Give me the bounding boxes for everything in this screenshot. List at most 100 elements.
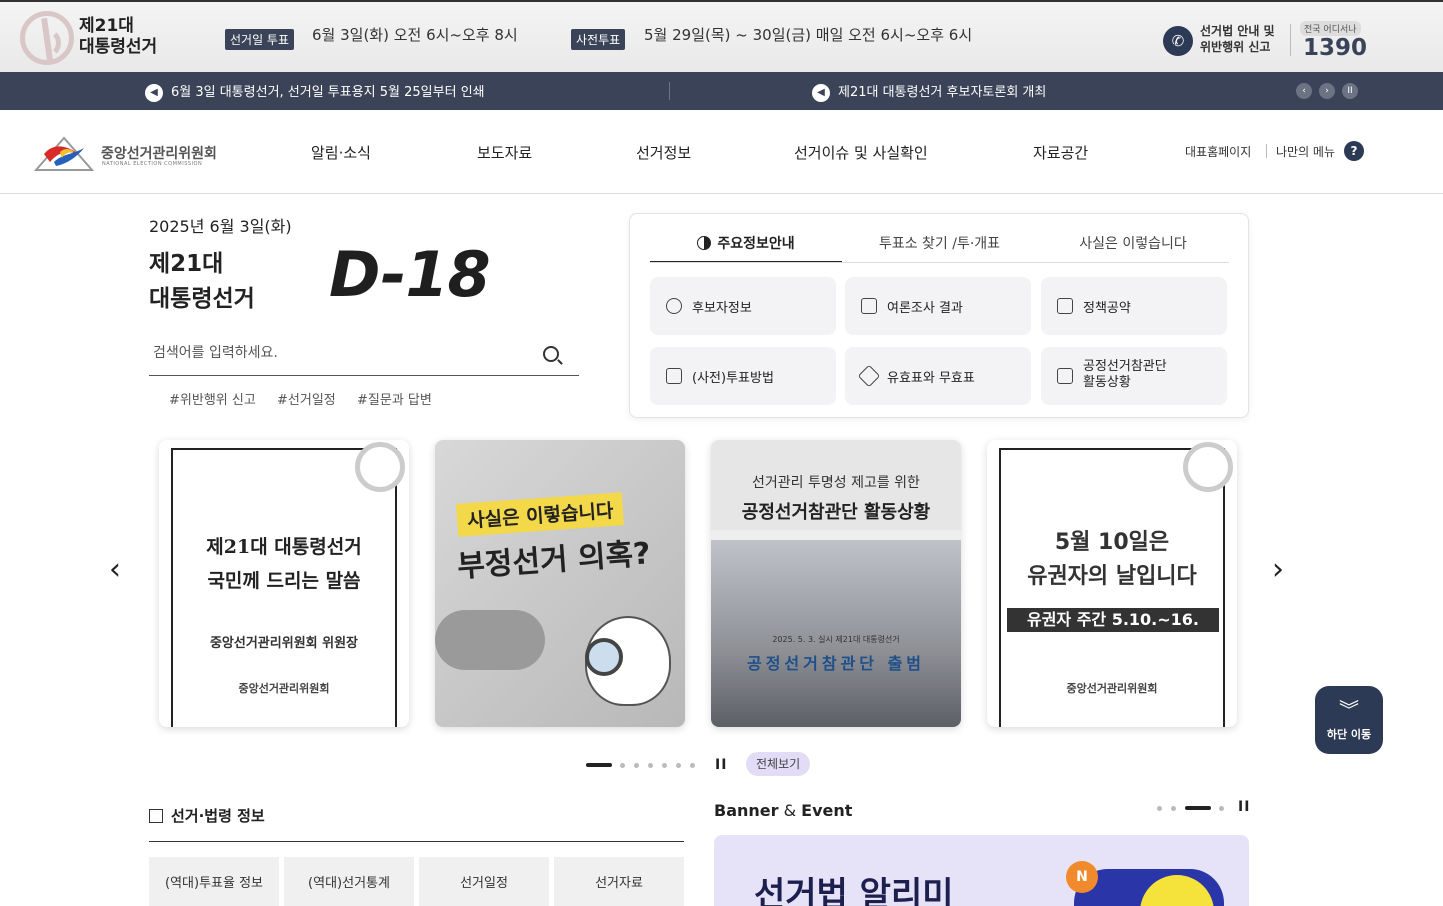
election-title[interactable]: 제21대 대통령선거	[79, 16, 157, 58]
valid-invalid-ballot-button[interactable]: 유효표와 무효표	[845, 347, 1031, 405]
carousel-page-dot[interactable]	[648, 763, 653, 768]
election-data-button[interactable]: 선거자료	[554, 857, 684, 906]
bar-chart-icon	[861, 298, 877, 314]
view-all-button[interactable]: 전체보기	[746, 752, 811, 776]
slide-title: 제21대 대통령선거 국민께 드리는 말씀	[206, 536, 362, 592]
search-icon[interactable]	[543, 346, 559, 362]
menu-archive[interactable]: 자료공간	[1033, 142, 1088, 163]
hotline-number[interactable]: 1390	[1303, 35, 1367, 61]
group-photo: 2025. 5. 3. 실시 제21대 대통령선거 공정선거참관단 출범	[711, 540, 961, 727]
menu-fact-check[interactable]: 선거이슈 및 사실확인	[794, 142, 928, 163]
slide-subtitle: 부정선거 의혹?	[456, 536, 652, 585]
policy-pledge-button[interactable]: 정책공약	[1041, 277, 1227, 335]
election-emblem-icon	[355, 442, 405, 492]
carousel-pause-button[interactable]: II	[715, 757, 727, 773]
observer-activity-button[interactable]: 공정선거참관단 활동상황	[1041, 347, 1227, 405]
hashtag-schedule[interactable]: #선거일정	[277, 389, 336, 408]
my-menu-link[interactable]: 나만의 메뉴	[1276, 143, 1335, 160]
banner-page-dot[interactable]	[1171, 806, 1176, 811]
nationwide-label: 전국 어디서나	[1300, 21, 1361, 36]
banner-section-title: Banner & Event	[714, 801, 853, 820]
help-icon[interactable]: ?	[1344, 141, 1364, 161]
menu-election-info[interactable]: 선거정보	[636, 142, 691, 163]
carousel-page-active[interactable]	[586, 763, 612, 767]
hashtag-report[interactable]: #위반행위 신고	[169, 389, 256, 408]
logo-title[interactable]: 중앙선거관리위원회	[101, 143, 217, 163]
slide-title: 공정선거참관단 활동상황	[741, 502, 931, 523]
carousel-page-dot[interactable]	[690, 763, 695, 768]
logo-subtitle: NATIONAL ELECTION COMMISSION	[102, 161, 203, 167]
election-date: 2025년 6월 3일(화)	[149, 217, 292, 236]
early-vote-text: 5월 29일(목) ~ 30일(금) 매일 오전 6시~오후 6시	[644, 26, 973, 44]
voting-method-button[interactable]: (사전)투표방법	[650, 347, 836, 405]
carousel-slide[interactable]: 사실은 이렇습니다 부정선거 의혹?	[435, 440, 685, 727]
carousel-page-dot[interactable]	[662, 763, 667, 768]
section-divider	[149, 841, 684, 842]
new-badge: N	[1066, 861, 1098, 893]
tab-polling-station[interactable]: 투표소 찾기 /투·개표	[842, 233, 1037, 263]
notice-pause-button[interactable]: II	[1342, 83, 1358, 99]
election-name: 제21대 대통령선거	[149, 251, 255, 312]
search-box	[149, 334, 579, 376]
menu-press[interactable]: 보도자료	[477, 142, 532, 163]
main-navigation: 중앙선거관리위원회 NATIONAL ELECTION COMMISSION 알…	[0, 110, 1443, 194]
carousel-next-button[interactable]: ›	[1272, 552, 1284, 587]
tab-fact-check[interactable]: 사실은 이렇습니다	[1037, 233, 1229, 263]
slide-org: 중앙선거관리위원회	[238, 682, 330, 695]
stamp-icon	[857, 364, 881, 388]
scroll-to-bottom-button[interactable]: ︾ 하단 이동	[1315, 686, 1383, 754]
notice-next-button[interactable]: ›	[1319, 83, 1335, 99]
slide-org: 중앙선거관리위원회	[1066, 682, 1158, 695]
scroll-to-bottom-label: 하단 이동	[1326, 728, 1372, 741]
slide-title: 5월 10일은 유권자의 날입니다	[1027, 530, 1197, 589]
carousel-page-dot[interactable]	[620, 763, 625, 768]
carousel-prev-button[interactable]: ‹	[109, 552, 121, 587]
speaker-icon: ◀	[812, 83, 830, 102]
election-day-badge: 선거일 투표	[225, 29, 295, 50]
poll-results-button[interactable]: 여론조사 결과	[845, 277, 1031, 335]
divider	[669, 82, 670, 100]
law-section-title: 선거·법령 정보	[149, 805, 265, 826]
nec-logo-icon[interactable]	[34, 132, 94, 174]
menu-news[interactable]: 알림·소식	[311, 142, 371, 163]
banner-pause-button[interactable]: II	[1238, 799, 1250, 815]
banner-title: 선거법 알리미	[754, 875, 954, 906]
banner-page-dot[interactable]	[1219, 806, 1224, 811]
info-card: 주요정보안내 투표소 찾기 /투·개표 사실은 이렇습니다 후보자정보 여론조사…	[629, 213, 1249, 418]
election-emblem-icon	[20, 11, 74, 65]
report-link[interactable]: 선거법 안내 및 위반행위 신고	[1200, 23, 1275, 55]
banner-election-law[interactable]: 선거법 알리미 N	[714, 835, 1249, 906]
election-day-text: 6월 3일(화) 오전 6시~오후 8시	[312, 26, 518, 44]
d-day-counter: D-18	[329, 238, 491, 311]
election-stats-button[interactable]: (역대)선거통계	[284, 857, 414, 906]
slide-title: 사실은 이렇습니다	[456, 492, 625, 537]
candidate-info-button[interactable]: 후보자정보	[650, 277, 836, 335]
tab-main-info[interactable]: 주요정보안내	[650, 233, 842, 263]
carousel-slide[interactable]: 선거관리 투명성 제고를 위한 공정선거참관단 활동상황 2025. 5. 3.…	[711, 440, 961, 727]
turnout-info-button[interactable]: (역대)투표율 정보	[149, 857, 279, 906]
main-homepage-link[interactable]: 대표홈페이지	[1185, 143, 1251, 160]
speaker-icon: ◀	[145, 83, 163, 102]
carousel-slide[interactable]: 5월 10일은 유권자의 날입니다 유권자 주간 5.10.~16. 중앙선거관리…	[987, 440, 1237, 727]
carousel-page-dot[interactable]	[676, 763, 681, 768]
copy-icon	[149, 809, 163, 823]
notice-item[interactable]: ◀ 제21대 대통령선거 후보자토론회 개최	[812, 81, 1046, 102]
election-schedule-button[interactable]: 선거일정	[419, 857, 549, 906]
hashtag-faq[interactable]: #질문과 답변	[357, 389, 432, 408]
phone-icon: ✆	[1163, 26, 1193, 56]
carousel-page-dot[interactable]	[634, 763, 639, 768]
tab-divider	[650, 262, 1229, 263]
magnifier-icon	[585, 638, 623, 676]
banner-page-dot[interactable]	[1157, 806, 1162, 811]
person-icon	[666, 298, 682, 314]
notice-item[interactable]: ◀ 6월 3일 대통령선거, 선거일 투표용지 5월 25일부터 인쇄	[145, 81, 485, 102]
notice-prev-button[interactable]: ‹	[1296, 83, 1312, 99]
banner-page-active[interactable]	[1185, 806, 1211, 810]
pie-icon	[697, 236, 712, 250]
divider	[1290, 24, 1291, 56]
search-input[interactable]	[153, 342, 533, 364]
handshake-image	[435, 610, 545, 670]
document-icon	[1057, 368, 1073, 384]
photo-caption-small: 2025. 5. 3. 실시 제21대 대통령선거	[772, 635, 900, 644]
carousel-slide[interactable]: 제21대 대통령선거 국민께 드리는 말씀 중앙선거관리위원회 위원장 중앙선거관…	[159, 440, 409, 727]
